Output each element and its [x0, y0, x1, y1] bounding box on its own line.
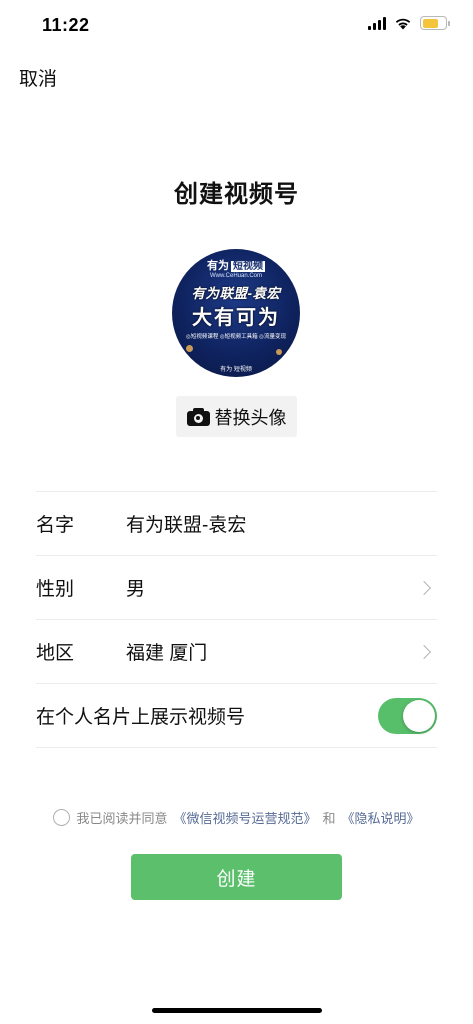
gender-row[interactable]: 性别 男	[36, 556, 437, 620]
change-avatar-button[interactable]: 替换头像	[176, 396, 297, 437]
avatar-decoration	[186, 345, 193, 352]
camera-icon	[186, 407, 210, 426]
cellular-signal-icon	[368, 16, 386, 30]
agreement: 我已阅读并同意 《微信视频号运营规范》和《隐私说明》	[0, 808, 473, 827]
agree-radio[interactable]	[53, 809, 71, 826]
gender-label: 性别	[36, 579, 75, 600]
chevron-right-icon	[416, 580, 432, 595]
avatar[interactable]: 有为 短视频 Www.CeHuan.Com 有为联盟-袁宏 大有可为 ◎短视频课程…	[172, 249, 300, 377]
show-on-card-label: 在个人名片上展示视频号	[36, 707, 246, 728]
cancel-button[interactable]: 取消	[19, 64, 57, 91]
chevron-right-icon	[416, 644, 432, 659]
avatar-features-text: ◎短视频课程 ◎短视频工具箱 ◎流量变现	[186, 334, 286, 340]
toggle-knob	[403, 699, 435, 732]
region-row[interactable]: 地区 福建 厦门	[36, 620, 437, 684]
wifi-icon	[395, 18, 411, 30]
name-value[interactable]: 有为联盟-袁宏	[126, 510, 437, 537]
battery-level	[422, 18, 438, 28]
create-button[interactable]: 创建	[131, 854, 342, 900]
name-row[interactable]: 名字 有为联盟-袁宏	[36, 492, 437, 556]
avatar-slogan-text: 大有可为	[192, 307, 280, 329]
status-bar: 11:22	[0, 0, 473, 50]
status-icons	[368, 16, 450, 30]
change-avatar-label: 替换头像	[214, 407, 287, 428]
avatar-bottom-text: 有为 短视频	[220, 367, 252, 373]
page-title: 创建视频号	[174, 181, 299, 208]
show-on-card-toggle[interactable]	[378, 697, 437, 734]
privacy-link[interactable]: 《隐私说明》	[342, 808, 420, 827]
agreement-prefix: 我已阅读并同意	[76, 811, 168, 826]
avatar-url-text: Www.CeHuan.Com	[209, 273, 262, 279]
gender-value: 男	[126, 579, 146, 600]
status-time: 11:22	[42, 15, 90, 35]
name-label: 名字	[36, 515, 75, 536]
region-label: 地区	[36, 643, 75, 664]
avatar-decoration	[276, 349, 282, 355]
show-on-card-row: 在个人名片上展示视频号	[36, 684, 437, 748]
home-indicator	[152, 1008, 322, 1013]
region-value: 福建 厦门	[126, 643, 208, 664]
avatar-top-text: 有为 短视频	[207, 260, 265, 272]
avatar-name-text: 有为联盟-袁宏	[191, 286, 281, 301]
agreement-and: 和	[322, 811, 336, 826]
battery-icon	[420, 16, 450, 30]
operation-rules-link[interactable]: 《微信视频号运营规范》	[173, 808, 316, 827]
